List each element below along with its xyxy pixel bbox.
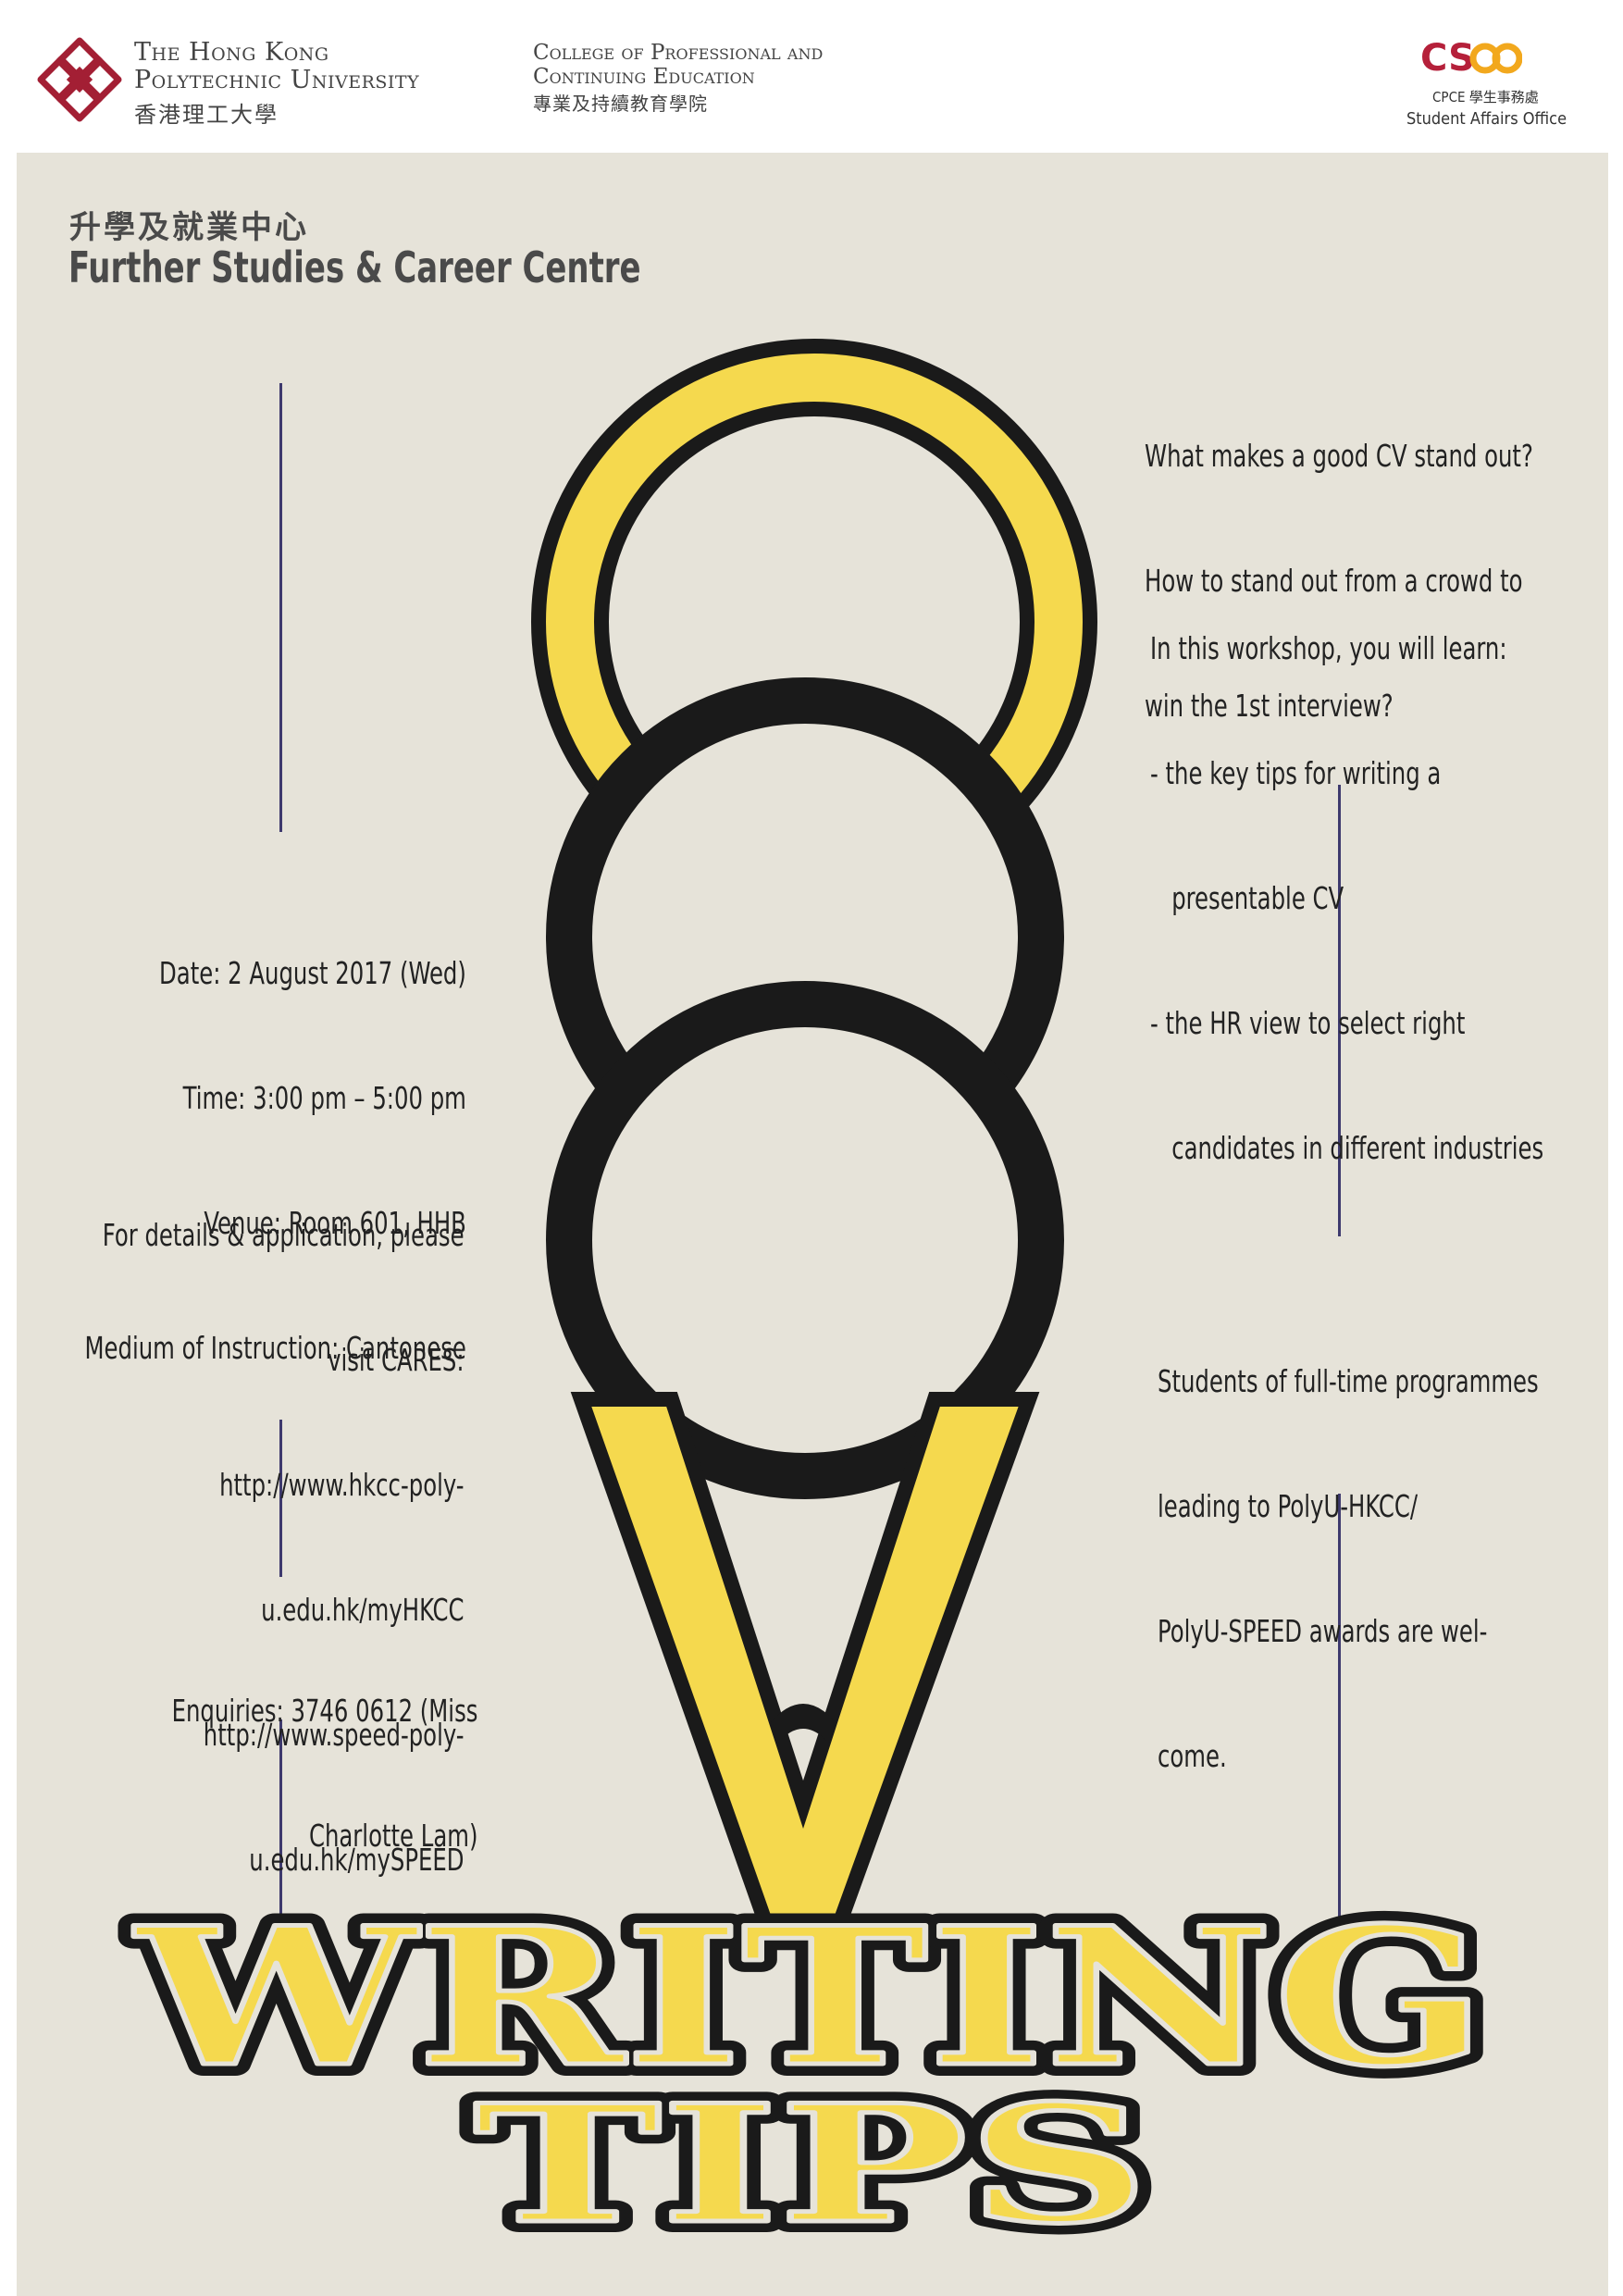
poster: The Hong Kong Polytechnic University 香港理… [0, 0, 1623, 2296]
title-line-2-fill: TIPS [474, 2070, 1149, 2260]
title-graphic: WRITING WRITING TIPS TIPS [121, 1875, 1499, 2271]
